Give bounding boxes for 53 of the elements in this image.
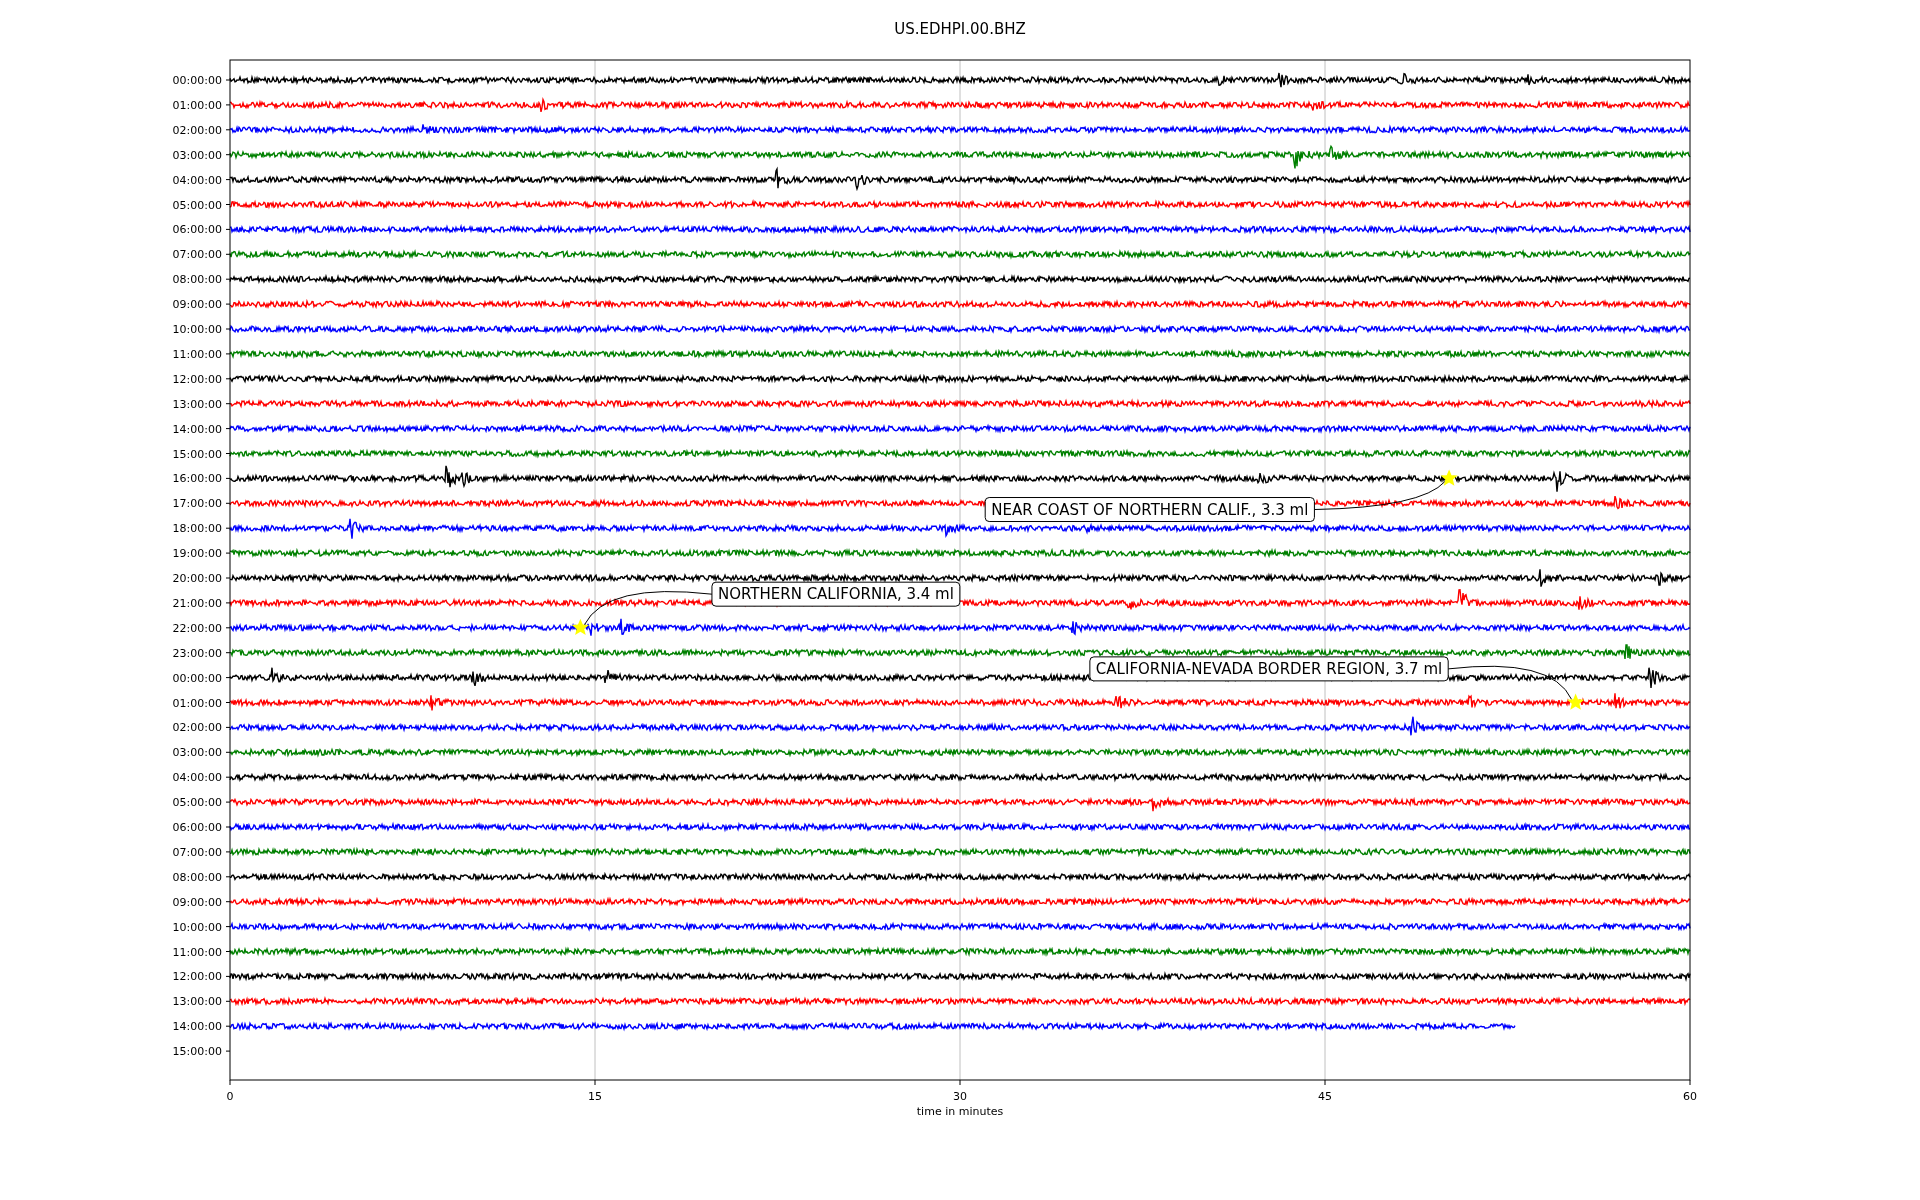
- time-label: 07:00:00: [172, 248, 222, 262]
- annotation-label: NORTHERN CALIFORNIA, 3.4 ml: [711, 581, 961, 607]
- time-label: 02:00:00: [172, 123, 222, 137]
- time-label: 12:00:00: [172, 970, 222, 984]
- time-label: 01:00:00: [172, 98, 222, 112]
- tick-label: 30: [953, 1090, 967, 1103]
- time-label: 02:00:00: [172, 721, 222, 735]
- time-label: 08:00:00: [172, 273, 222, 287]
- time-label: 08:00:00: [172, 870, 222, 884]
- time-label: 13:00:00: [172, 995, 222, 1009]
- time-label: 01:00:00: [172, 696, 222, 710]
- time-label: 05:00:00: [172, 198, 222, 212]
- time-label: 22:00:00: [172, 621, 222, 635]
- time-label: 13:00:00: [172, 397, 222, 411]
- time-label: 06:00:00: [172, 821, 222, 834]
- time-label: 00:00:00: [172, 671, 222, 685]
- tick-label: 60: [1683, 1090, 1697, 1103]
- time-label: 00:00:00: [172, 74, 222, 87]
- annotation-label: NEAR COAST OF NORTHERN CALIF., 3.3 ml: [984, 497, 1315, 523]
- tick-label: 45: [1318, 1090, 1332, 1103]
- plot-title: US.EDHPI.00.BHZ: [894, 20, 1026, 38]
- time-label: 18:00:00: [172, 522, 222, 536]
- time-label: 09:00:00: [172, 298, 222, 312]
- time-label: 03:00:00: [172, 148, 222, 162]
- time-label: 11:00:00: [172, 945, 222, 959]
- time-label: 20:00:00: [172, 572, 222, 585]
- tick-label: 15: [588, 1090, 602, 1103]
- time-label: 04:00:00: [172, 771, 222, 785]
- time-label: 05:00:00: [172, 796, 222, 810]
- time-label: 09:00:00: [172, 895, 222, 909]
- time-label: 03:00:00: [172, 746, 222, 760]
- time-label: 06:00:00: [172, 223, 222, 237]
- tick-label: 0: [226, 1090, 234, 1103]
- time-label: 21:00:00: [172, 596, 222, 610]
- star-icon: [1440, 469, 1458, 486]
- time-label: 11:00:00: [172, 347, 222, 361]
- time-label: 07:00:00: [172, 845, 222, 859]
- time-label: 17:00:00: [172, 497, 222, 511]
- time-label: 10:00:00: [172, 323, 222, 336]
- annotation-label: CALIFORNIA-NEVADA BORDER REGION, 3.7 ml: [1089, 656, 1449, 682]
- time-label: 19:00:00: [172, 547, 222, 561]
- time-label: 15:00:00: [172, 1045, 222, 1059]
- axis-label: time in minutes: [916, 1105, 1004, 1118]
- time-label: 10:00:00: [172, 920, 222, 934]
- time-label: 14:00:00: [172, 1020, 222, 1034]
- time-label: 14:00:00: [172, 422, 222, 436]
- time-label: 15:00:00: [172, 447, 222, 461]
- star-icon: [1567, 693, 1585, 710]
- time-label: 12:00:00: [172, 372, 222, 386]
- time-label: 04:00:00: [172, 173, 222, 187]
- star-icon: [571, 618, 589, 636]
- time-label: 16:00:00: [172, 472, 222, 486]
- time-label: 23:00:00: [172, 646, 222, 660]
